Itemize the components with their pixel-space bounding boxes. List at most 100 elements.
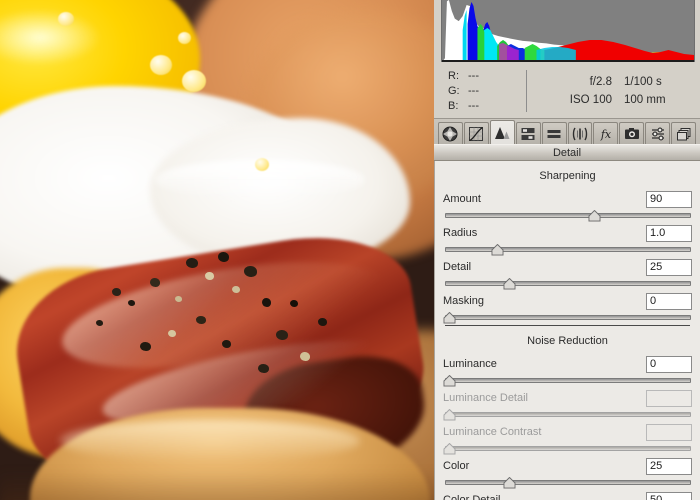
slider-label-masking: Masking <box>443 295 484 307</box>
rgb-label-r: R: <box>448 70 459 82</box>
slider-control: Amount 90 <box>443 188 692 222</box>
slider-track-wrap-luminance-detail <box>443 408 692 421</box>
photo-pepper-fleck <box>175 296 182 302</box>
slider-track-wrap-luminance-contrast <box>443 442 692 455</box>
exif-row-exposure: f/2.8 1/100 s <box>527 76 686 88</box>
slider-knob-luminance[interactable] <box>443 375 456 387</box>
photo-bottom-shadow <box>0 470 434 500</box>
photo-yolk-bubble <box>58 12 74 26</box>
photo-pepper-fleck <box>168 330 176 337</box>
slider-track-masking[interactable] <box>445 315 691 320</box>
slider-value-luminance-detail <box>646 389 692 407</box>
slider-track-luminance[interactable] <box>445 378 691 383</box>
rgb-value-b: --- <box>468 100 479 112</box>
image-preview[interactable] <box>0 0 434 500</box>
slider-track-wrap-amount[interactable] <box>443 209 692 222</box>
slider-row: Detail 25 <box>443 258 692 276</box>
slider-track-wrap-detail[interactable] <box>443 277 692 290</box>
exif-iso: ISO 100 <box>569 94 612 106</box>
histogram-container <box>434 0 700 62</box>
readout-bar: R: --- G: --- B: --- f/2.8 1/100 s ISO 1… <box>434 62 700 118</box>
slider-track-detail[interactable] <box>445 281 691 286</box>
slider-label-luminance-contrast: Luminance Contrast <box>443 426 542 438</box>
presets-icon <box>651 127 664 140</box>
slider-row: Radius 1.0 <box>443 224 692 242</box>
slider-value-luminance[interactable]: 0 <box>646 355 692 373</box>
photo-pepper-fleck <box>300 352 310 361</box>
slider-label-radius: Radius <box>443 227 478 239</box>
photo-pepper-fleck <box>140 342 151 351</box>
slider-track-wrap-luminance[interactable] <box>443 374 692 387</box>
slider-row: Luminance Contrast <box>443 423 692 441</box>
photo-canvas[interactable] <box>0 0 434 500</box>
slider-track-amount[interactable] <box>445 213 691 218</box>
photo-pepper-fleck <box>318 318 327 326</box>
snapshots-icon <box>676 127 691 140</box>
panel-title: Detail <box>434 144 700 161</box>
slider-knob-masking[interactable] <box>443 312 456 324</box>
photo-pepper-fleck <box>222 340 231 348</box>
slider-knob-amount[interactable] <box>588 210 601 222</box>
slider-knob-detail[interactable] <box>503 278 516 290</box>
photo-pepper-fleck <box>276 330 288 340</box>
rgb-label-g: G: <box>448 85 460 97</box>
histogram[interactable] <box>441 0 695 62</box>
tab-presets[interactable] <box>645 122 671 144</box>
tab-camera-calibration[interactable] <box>619 122 645 144</box>
right-panel: R: --- G: --- B: --- f/2.8 1/100 s ISO 1… <box>434 0 700 500</box>
histogram-plot <box>442 0 694 62</box>
slider-label-detail: Detail <box>443 261 472 273</box>
slider-value-masking[interactable]: 0 <box>646 292 692 310</box>
slider-label-luminance-detail: Luminance Detail <box>443 392 528 404</box>
slider-control: Luminance Detail <box>443 387 692 421</box>
exif-shutter-speed: 1/100 s <box>624 76 662 88</box>
photo-pepper-fleck <box>218 252 229 262</box>
slider-track-wrap-color[interactable] <box>443 476 692 489</box>
tab-lens-corrections[interactable] <box>567 122 593 144</box>
slider-label-luminance: Luminance <box>443 358 497 370</box>
slider-control: Luminance Contrast <box>443 421 692 455</box>
camera-calibration-icon <box>624 127 639 139</box>
slider-track-wrap-masking[interactable] <box>443 311 692 324</box>
exif-focal-length: 100 mm <box>624 94 666 106</box>
slider-row: Masking 0 <box>443 292 692 310</box>
slider-control: Radius 1.0 <box>443 222 692 256</box>
slider-track-radius[interactable] <box>445 247 691 252</box>
slider-value-color-detail[interactable]: 50 <box>646 491 692 500</box>
photo-pepper-fleck <box>112 288 121 296</box>
slider-value-amount[interactable]: 90 <box>646 190 692 208</box>
lens-corrections-icon <box>572 127 588 140</box>
photo-yolk-bubble <box>178 32 191 44</box>
slider-track-wrap-radius[interactable] <box>443 243 692 256</box>
tab-hsl-grayscale[interactable] <box>515 122 541 144</box>
tab-tone-curve[interactable] <box>463 122 489 144</box>
slider-value-luminance-contrast <box>646 423 692 441</box>
photo-pepper-fleck <box>128 300 135 306</box>
slider-knob-radius[interactable] <box>491 244 504 256</box>
slider-value-color[interactable]: 25 <box>646 457 692 475</box>
tab-basic[interactable] <box>438 122 463 144</box>
slider-track-color[interactable] <box>445 480 691 485</box>
photo-yolk-bubble <box>182 70 206 92</box>
rgb-value-g: --- <box>468 85 479 97</box>
tab-detail[interactable] <box>489 120 515 144</box>
svg-text:fx: fx <box>600 128 612 141</box>
histogram-green-b <box>477 24 485 62</box>
rgb-readout: R: --- G: --- B: --- <box>448 62 526 118</box>
slider-value-detail[interactable]: 25 <box>646 258 692 276</box>
tab-snapshots[interactable] <box>671 122 697 144</box>
section-title-noise-reduction: Noise Reduction <box>527 335 608 347</box>
photo-pepper-fleck <box>96 320 103 326</box>
detail-panel-body: Sharpening Amount 90 Radius 1.0 Detail 2… <box>434 161 700 500</box>
tab-effects[interactable]: fx <box>593 122 619 144</box>
slider-label-amount: Amount <box>443 193 481 205</box>
slider-control: Color 25 <box>443 455 692 489</box>
slider-knob-luminance-detail <box>443 409 456 421</box>
photo-pepper-fleck <box>186 258 198 268</box>
photo-pepper-fleck <box>205 272 214 280</box>
slider-knob-color[interactable] <box>503 477 516 489</box>
slider-value-radius[interactable]: 1.0 <box>646 224 692 242</box>
hsl-grayscale-icon <box>521 127 535 140</box>
photo-pepper-fleck <box>262 298 271 307</box>
tab-split-toning[interactable] <box>541 122 567 144</box>
